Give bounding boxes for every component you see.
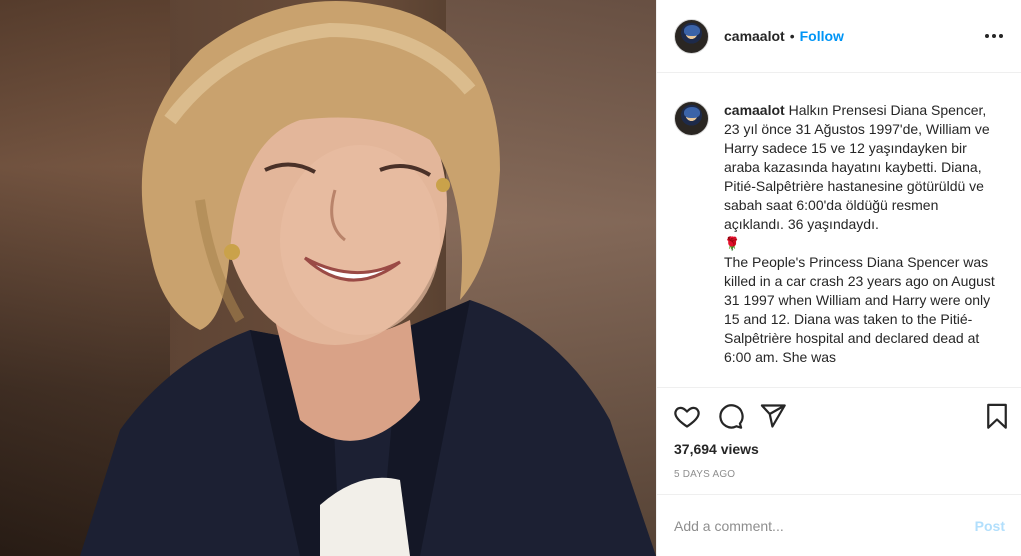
post-timestamp[interactable]: 5 DAYS AGO (674, 469, 735, 480)
post-header: camaalot • Follow (657, 0, 1021, 73)
bookmark-icon[interactable] (983, 402, 1013, 432)
post-comment-button[interactable]: Post (975, 518, 1005, 534)
comment-input[interactable] (674, 517, 975, 534)
caption-body-turkish: Halkın Prensesi Diana Spencer, 23 yıl ön… (724, 102, 994, 232)
caption-username[interactable]: camaalot (724, 102, 785, 118)
portrait-illustration (80, 1, 656, 556)
separator-dot: • (789, 28, 795, 44)
caption-avatar[interactable] (674, 101, 709, 136)
author-username[interactable]: camaalot (724, 28, 785, 44)
comment-icon[interactable] (716, 402, 746, 432)
more-options-icon[interactable] (983, 28, 1005, 44)
post-image[interactable] (0, 0, 656, 556)
caption-body-english: The People's Princess Diana Spencer was … (724, 254, 999, 365)
comment-bar: Post (657, 494, 1021, 556)
caption-text: camaalot Halkın Prensesi Diana Spencer, … (724, 101, 999, 387)
caption-section: camaalot Halkın Prensesi Diana Spencer, … (657, 74, 1021, 387)
action-icons-row (673, 402, 1013, 432)
paper-plane-icon[interactable] (759, 402, 789, 432)
rose-emoji: 🌹 (724, 236, 741, 251)
heart-icon[interactable] (673, 402, 703, 432)
views-count[interactable]: 37,694 views (674, 441, 759, 457)
follow-button[interactable]: Follow (800, 28, 844, 44)
author-avatar[interactable] (674, 18, 709, 54)
